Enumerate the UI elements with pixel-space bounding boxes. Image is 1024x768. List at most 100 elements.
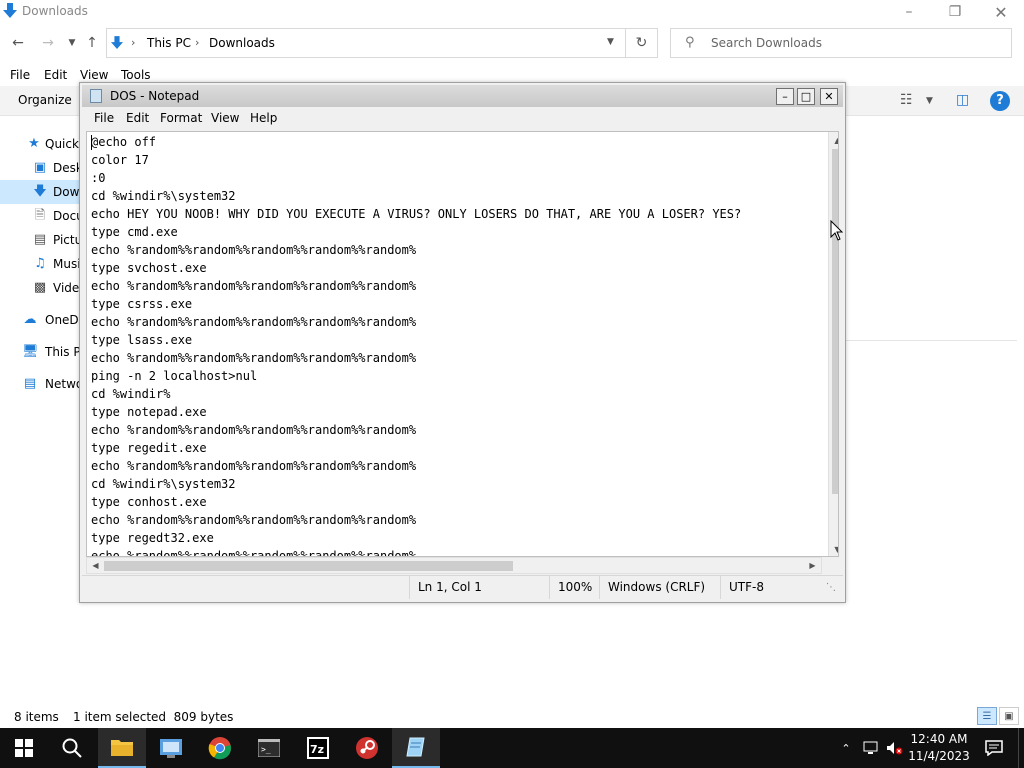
chrome-icon <box>208 737 232 760</box>
text-line: echo %random%%random%%random%%random%%ra… <box>91 513 417 527</box>
windows-logo-icon <box>15 739 33 757</box>
search-input[interactable]: ⚲ Search Downloads <box>670 28 1012 58</box>
nav-item-videos[interactable]: ▩ Vide <box>0 276 80 300</box>
notepad-text-area[interactable]: @echo off color 17:0 cd %windir%\system32 e… <box>86 131 839 557</box>
text-line: type svchost.exe <box>91 261 207 275</box>
download-arrow-icon: 🡇 <box>33 184 47 199</box>
notepad-window: DOS - Notepad – □ ✕ File Edit Format Vie… <box>79 82 846 603</box>
music-note-icon: ♫ <box>34 256 46 271</box>
notepad-menu-format[interactable]: Format <box>160 111 202 125</box>
nav-item-desktop[interactable]: ▣ Desk <box>0 156 83 180</box>
notepad-title: DOS - Notepad <box>110 89 200 103</box>
text-line: cd %windir%\system32 <box>91 189 236 203</box>
taskbar-notepad[interactable] <box>392 728 440 768</box>
nav-item-network[interactable]: ▤ Netwo <box>0 372 83 396</box>
text-line: :0 <box>91 171 106 185</box>
window-title: Downloads <box>22 4 88 18</box>
network-tray-icon[interactable] <box>860 728 882 768</box>
forward-arrow-icon[interactable]: → <box>38 34 58 52</box>
notepad-menu-file[interactable]: File <box>94 111 114 125</box>
maximize-button[interactable]: ❐ <box>932 0 978 24</box>
vertical-scroll-thumb[interactable] <box>832 149 838 494</box>
item-count: 8 items <box>14 710 59 724</box>
chevron-down-icon[interactable]: ▼ <box>607 37 614 47</box>
scroll-down-arrow-icon[interactable]: ▼ <box>829 541 838 556</box>
breadcrumb-downloads[interactable]: Downloads <box>209 36 275 50</box>
taskbar-7zip[interactable]: 7z <box>294 728 342 768</box>
notepad-maximize-button[interactable]: □ <box>797 88 815 105</box>
line-ending: Windows (CRLF) <box>599 576 720 599</box>
explorer-statusbar: 8 items 1 item selected 809 bytes <box>0 706 1024 728</box>
scroll-left-arrow-icon[interactable]: ◀ <box>87 558 104 573</box>
vertical-scrollbar[interactable]: ▲ ▼ <box>828 132 838 556</box>
help-icon[interactable]: ? <box>990 91 1010 111</box>
close-button[interactable]: ✕ <box>978 0 1024 24</box>
search-icon: ⚲ <box>685 35 695 50</box>
nav-item-documents[interactable]: 🗎 Docu <box>0 204 84 228</box>
document-icon: 🗎 <box>34 208 46 223</box>
breadcrumb-this-pc[interactable]: This PC <box>147 36 191 50</box>
nav-item-pictures[interactable]: ▤ Pictu <box>0 228 82 252</box>
nav-item-quick-access[interactable]: ★ Quick <box>0 132 80 156</box>
taskbar-control-panel[interactable] <box>147 728 195 768</box>
breadcrumb-separator-icon: › <box>195 36 200 49</box>
nav-item-onedrive[interactable]: ☁ OneDr <box>0 308 84 332</box>
selection-info: 1 item selected 809 bytes <box>73 710 234 724</box>
preview-pane-icon[interactable]: ◫ <box>956 92 969 108</box>
taskbar-steam[interactable] <box>343 728 391 768</box>
notepad-menu-edit[interactable]: Edit <box>126 111 149 125</box>
scroll-right-arrow-icon[interactable]: ▶ <box>804 558 821 573</box>
address-bar[interactable]: › This PC › Downloads ▼ <box>106 28 626 58</box>
notepad-statusbar: Ln 1, Col 1 100% Windows (CRLF) UTF-8 ⋱ <box>82 575 843 599</box>
svg-text:>_: >_ <box>261 745 271 754</box>
nav-item-this-pc[interactable]: 🖥 This P <box>0 340 81 364</box>
7zip-icon: 7z <box>307 737 329 759</box>
mouse-cursor-icon <box>830 220 844 241</box>
taskbar-command-prompt[interactable]: >_ <box>245 728 293 768</box>
nav-item-music[interactable]: ♫ Musi <box>0 252 80 276</box>
up-arrow-icon[interactable]: ↑ <box>82 34 102 52</box>
steam-icon <box>356 737 378 759</box>
organize-button[interactable]: Organize <box>18 93 72 107</box>
taskbar-file-explorer[interactable] <box>98 728 146 768</box>
system-clock[interactable]: 12:40 AM 11/4/2023 <box>902 731 976 765</box>
menu-file[interactable]: File <box>10 68 30 82</box>
menu-tools[interactable]: Tools <box>121 68 151 82</box>
text-content: @echo off color 17:0 cd %windir%\system32 e… <box>91 133 821 557</box>
zoom-level: 100% <box>549 576 599 599</box>
text-line: echo %random%%random%%random%%random%%ra… <box>91 351 417 365</box>
horizontal-scrollbar[interactable]: ◀ ▶ <box>86 557 822 574</box>
notepad-minimize-button[interactable]: – <box>776 88 794 105</box>
text-line: type notepad.exe <box>91 405 207 419</box>
taskbar-chrome[interactable] <box>196 728 244 768</box>
scroll-up-arrow-icon[interactable]: ▲ <box>829 132 838 149</box>
notepad-menu-view[interactable]: View <box>211 111 239 125</box>
details-view-icon[interactable]: ☰ <box>977 707 997 725</box>
back-arrow-icon[interactable]: ← <box>8 34 28 52</box>
cloud-icon: ☁ <box>23 312 37 327</box>
view-options-icon[interactable]: ☷ <box>900 92 913 108</box>
start-button[interactable] <box>0 728 48 768</box>
text-line: echo %random%%random%%random%%random%%ra… <box>91 459 417 473</box>
notepad-close-button[interactable]: ✕ <box>820 88 838 105</box>
show-hidden-icons-chevron-icon[interactable]: ⌃ <box>836 728 856 768</box>
chevron-down-icon[interactable]: ▼ <box>926 96 933 106</box>
text-line: echo %random%%random%%random%%random%%ra… <box>91 549 417 557</box>
notepad-titlebar[interactable]: DOS - Notepad – □ ✕ <box>82 85 843 107</box>
search-placeholder: Search Downloads <box>711 36 822 50</box>
nav-item-downloads[interactable]: 🡇 Dow <box>0 180 80 204</box>
show-desktop-button[interactable] <box>1018 728 1024 768</box>
recent-chevron-icon[interactable]: ▼ <box>62 34 82 52</box>
horizontal-scroll-thumb[interactable] <box>104 561 513 571</box>
text-line: @echo off <box>91 135 157 149</box>
menu-edit[interactable]: Edit <box>44 68 67 82</box>
notepad-menu-help[interactable]: Help <box>250 111 277 125</box>
search-button[interactable] <box>48 728 96 768</box>
resize-grip-icon[interactable]: ⋱ <box>826 582 836 593</box>
menu-view[interactable]: View <box>80 68 108 82</box>
notification-center-icon[interactable] <box>980 728 1008 768</box>
large-icons-view-icon[interactable]: ▣ <box>999 707 1019 725</box>
refresh-button[interactable]: ↻ <box>626 28 658 58</box>
terminal-icon: >_ <box>258 739 280 757</box>
minimize-button[interactable]: – <box>886 0 932 24</box>
